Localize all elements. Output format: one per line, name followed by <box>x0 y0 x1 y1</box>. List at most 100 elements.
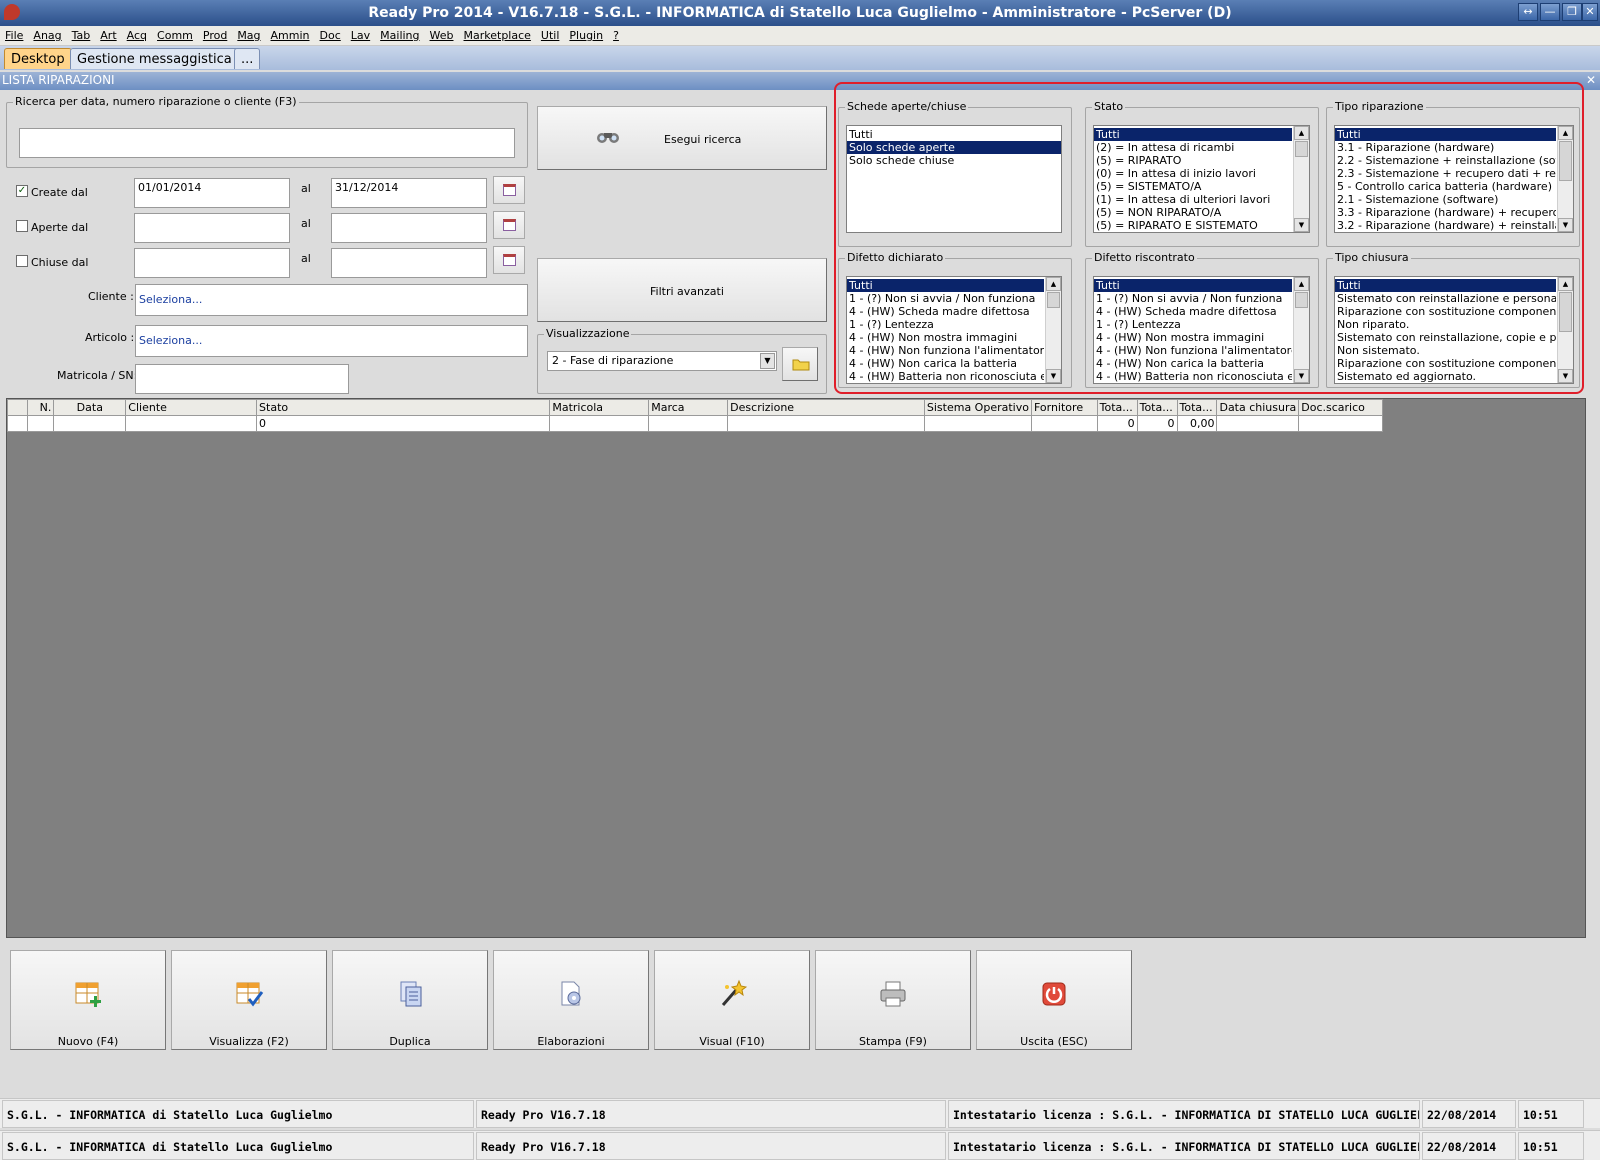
advanced-filters-button[interactable]: Filtri avanzati <box>537 258 827 322</box>
menu-anag[interactable]: Anag <box>28 26 66 42</box>
list-item[interactable]: Riparazione con sostituzione componente … <box>1335 357 1556 370</box>
difetto-dichiarato-listbox[interactable]: Tutti 1 - (?) Non si avvia / Non funzion… <box>846 276 1062 384</box>
column-header[interactable]: Data chiusura <box>1216 399 1300 416</box>
schede-listbox[interactable]: Tutti Solo schede aperte Solo schede chi… <box>846 125 1062 233</box>
list-item[interactable]: Tutti <box>1094 279 1292 292</box>
difetto-riscontrato-scrollbar[interactable]: ▲ ▼ <box>1293 277 1309 383</box>
list-item[interactable]: 4 - (HW) Non carica la batteria <box>1094 357 1292 370</box>
list-item[interactable]: Tutti <box>847 279 1044 292</box>
list-item[interactable]: 3.2 - Riparazione (hardware) + reinstall… <box>1335 219 1556 232</box>
scroll-up-icon[interactable]: ▲ <box>1294 277 1309 291</box>
create-calendar-button[interactable] <box>493 176 525 204</box>
chiuse-from-field[interactable] <box>134 248 290 278</box>
list-item[interactable]: (2) = In attesa di ricambi <box>1094 141 1292 154</box>
menu-ammin[interactable]: Ammin <box>266 26 315 42</box>
menu-help[interactable]: ? <box>608 26 624 42</box>
list-item[interactable]: 2.1 - Sistemazione (software) <box>1335 193 1556 206</box>
difetto-riscontrato-listbox[interactable]: Tutti 1 - (?) Non si avvia / Non funzion… <box>1093 276 1310 384</box>
list-item[interactable]: 4 - (HW) Non carica la batteria <box>847 357 1044 370</box>
menu-comm[interactable]: Comm <box>152 26 198 42</box>
cliente-field[interactable]: Seleziona... <box>135 284 528 316</box>
menu-tab[interactable]: Tab <box>67 26 96 42</box>
column-header[interactable]: Tota... <box>1136 399 1178 416</box>
list-item[interactable]: 4 - (HW) Scheda madre difettosa <box>847 305 1044 318</box>
column-header[interactable]: Tota... <box>1176 399 1218 416</box>
list-item[interactable]: (5) = RIPARATO <box>1094 154 1292 167</box>
menu-web[interactable]: Web <box>425 26 459 42</box>
column-header[interactable]: Cliente <box>125 399 258 416</box>
menu-lav[interactable]: Lav <box>346 26 375 42</box>
create-checkbox[interactable]: ✓ <box>16 185 28 197</box>
tipo-riparazione-listbox[interactable]: Tutti 3.1 - Riparazione (hardware) 2.2 -… <box>1334 125 1574 233</box>
create-from-field[interactable]: 01/01/2014 <box>134 178 290 208</box>
menu-marketplace[interactable]: Marketplace <box>459 26 536 42</box>
visual-button[interactable]: Visual (F10) <box>654 950 810 1050</box>
aperte-to-field[interactable] <box>331 213 487 243</box>
list-item[interactable]: (1) = In attesa di ulteriori lavori <box>1094 193 1292 206</box>
aperte-calendar-button[interactable] <box>493 211 525 239</box>
tab-gestione-messaggistica[interactable]: Gestione messaggistica <box>70 48 239 69</box>
list-item[interactable]: (5) = NON RIPARATO/A <box>1094 206 1292 219</box>
list-item[interactable]: 4 - (HW) Non mostra immagini <box>1094 331 1292 344</box>
scroll-down-icon[interactable]: ▼ <box>1046 369 1061 383</box>
list-item[interactable]: 1 - (?) Non si avvia / Non funziona <box>847 292 1044 305</box>
list-item[interactable]: 5 - Controllo carica batteria (hardware) <box>1335 180 1556 193</box>
list-item[interactable]: Tutti <box>1094 128 1292 141</box>
chiuse-calendar-button[interactable] <box>493 246 525 274</box>
visualizzazione-select[interactable]: 2 - Fase di riparazione ▼ <box>547 351 777 371</box>
scroll-down-icon[interactable]: ▼ <box>1558 369 1573 383</box>
list-item[interactable]: Tutti <box>1335 128 1556 141</box>
scroll-down-icon[interactable]: ▼ <box>1294 218 1309 232</box>
chevron-down-icon[interactable]: ▼ <box>760 353 775 369</box>
list-item[interactable]: 4 - (HW) Non funziona l'alimentatore / a… <box>847 344 1044 357</box>
list-item[interactable]: Sistemato con reinstallazione e personal… <box>1335 292 1556 305</box>
matricola-field[interactable] <box>135 364 349 394</box>
search-input[interactable] <box>19 128 515 158</box>
menu-mag[interactable]: Mag <box>232 26 265 42</box>
list-item[interactable]: Non sistemato. <box>1335 344 1556 357</box>
list-item[interactable]: Tutti <box>1335 279 1556 292</box>
tipo-chiusura-scrollbar[interactable]: ▲ ▼ <box>1557 277 1573 383</box>
scroll-thumb[interactable] <box>1559 292 1572 332</box>
exit-button[interactable]: Uscita (ESC) <box>976 950 1132 1050</box>
list-item[interactable]: Solo schede chiuse <box>847 154 1061 167</box>
list-item[interactable]: 3.3 - Riparazione (hardware) + recupero … <box>1335 206 1556 219</box>
column-header[interactable]: Marca <box>648 399 729 416</box>
column-header[interactable] <box>7 399 28 416</box>
difetto-dichiarato-scrollbar[interactable]: ▲ ▼ <box>1045 277 1061 383</box>
column-header[interactable]: Doc.scarico <box>1298 399 1383 416</box>
form-close-icon[interactable]: ✕ <box>1586 73 1596 87</box>
menu-mailing[interactable]: Mailing <box>375 26 424 42</box>
search-button[interactable]: Esegui ricerca <box>537 106 827 170</box>
list-item[interactable]: Sistemato ed aggiornato. <box>1335 370 1556 383</box>
list-item[interactable]: 4 - (HW) Scheda madre difettosa <box>1094 305 1292 318</box>
list-item[interactable]: 2.2 - Sistemazione + reinstallazione (so… <box>1335 154 1556 167</box>
duplicate-button[interactable]: Duplica <box>332 950 488 1050</box>
list-item[interactable]: Riparazione con sostituzione componente. <box>1335 305 1556 318</box>
scroll-up-icon[interactable]: ▲ <box>1294 126 1309 140</box>
menu-prod[interactable]: Prod <box>198 26 232 42</box>
list-item[interactable]: Non riparato. <box>1335 318 1556 331</box>
scroll-down-icon[interactable]: ▼ <box>1294 369 1309 383</box>
restore-size-button[interactable]: ↔ <box>1518 3 1538 21</box>
menu-util[interactable]: Util <box>536 26 564 42</box>
aperte-from-field[interactable] <box>134 213 290 243</box>
maximize-button[interactable]: ❐ <box>1562 3 1582 21</box>
list-item[interactable]: 2.3 - Sistemazione + recupero dati + rei… <box>1335 167 1556 180</box>
create-to-field[interactable]: 31/12/2014 <box>331 178 487 208</box>
column-header[interactable]: Data <box>53 399 127 416</box>
scroll-thumb[interactable] <box>1295 292 1308 308</box>
list-item[interactable]: 3.1 - Riparazione (hardware) <box>1335 141 1556 154</box>
scroll-thumb[interactable] <box>1295 141 1308 157</box>
list-item[interactable]: Tutti <box>847 128 1061 141</box>
list-item[interactable]: 1 - (?) Lentezza <box>1094 318 1292 331</box>
chiuse-to-field[interactable] <box>331 248 487 278</box>
list-item[interactable]: 4 - (HW) Batteria non riconosciuta e/o d… <box>1094 370 1292 383</box>
list-item[interactable]: 4 - (HW) Batteria non riconosciuta e/o d… <box>847 370 1044 383</box>
results-grid[interactable]: N. Data Cliente Stato Matricola Marca De… <box>6 398 1586 938</box>
tipo-chiusura-listbox[interactable]: Tutti Sistemato con reinstallazione e pe… <box>1334 276 1574 384</box>
view-button[interactable]: Visualizza (F2) <box>171 950 327 1050</box>
menu-doc[interactable]: Doc <box>315 26 346 42</box>
menu-art[interactable]: Art <box>95 26 121 42</box>
list-item[interactable]: 1 - (?) Non si avvia / Non funziona <box>1094 292 1292 305</box>
